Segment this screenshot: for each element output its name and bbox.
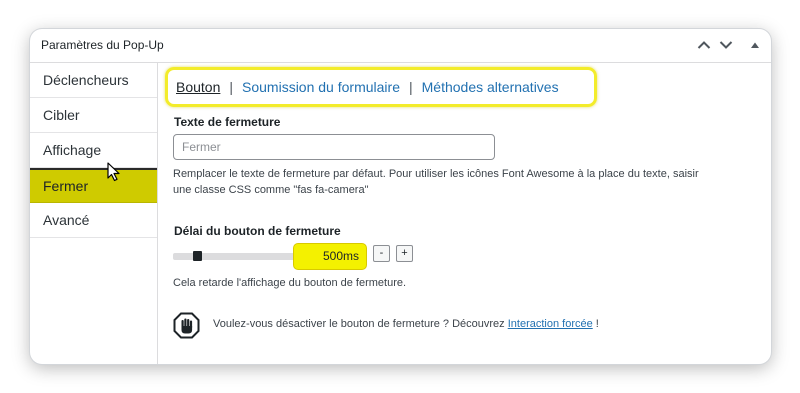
delay-description: Cela retarde l'affichage du bouton de fe…	[173, 277, 407, 289]
tab-soumission-formulaire[interactable]: Soumission du formulaire	[242, 79, 400, 95]
close-text-description-line1: Remplacer le texte de fermeture par défa…	[173, 168, 699, 180]
close-text-input[interactable]	[173, 134, 495, 160]
interaction-forcee-link[interactable]: Interaction forcée	[508, 318, 593, 330]
chevron-down-icon[interactable]	[716, 35, 736, 55]
triangle-up-icon[interactable]	[745, 35, 765, 55]
delay-label: Délai du bouton de fermeture	[174, 224, 341, 238]
tab-methodes-alternatives[interactable]: Méthodes alternatives	[422, 79, 559, 95]
delay-slider-thumb[interactable]	[193, 251, 202, 261]
panel-header: Paramètres du Pop-Up	[30, 29, 771, 63]
delay-decrement-button[interactable]: -	[373, 245, 390, 262]
sidebar-item-cibler[interactable]: Cibler	[30, 98, 157, 133]
sidebar-item-declencheurs[interactable]: Déclencheurs	[30, 63, 157, 98]
chevron-up-icon[interactable]	[694, 35, 714, 55]
sidebar-item-fermer[interactable]: Fermer	[30, 168, 157, 203]
notice-message: Voulez-vous désactiver le bouton de ferm…	[213, 318, 508, 330]
notice-suffix: !	[592, 318, 599, 330]
sidebar-item-affichage[interactable]: Affichage	[30, 133, 157, 168]
sidebar-item-avance[interactable]: Avancé	[30, 203, 157, 238]
panel-title: Paramètres du Pop-Up	[41, 38, 164, 52]
stop-hand-icon	[173, 312, 200, 339]
tab-separator: |	[229, 79, 234, 95]
notice-text: Voulez-vous désactiver le bouton de ferm…	[213, 318, 599, 330]
delay-slider-track[interactable]	[173, 253, 297, 260]
close-text-label: Texte de fermeture	[174, 115, 281, 129]
sidebar: Déclencheurs Cibler Affichage Fermer Ava…	[30, 63, 158, 364]
tab-separator: |	[408, 79, 413, 95]
close-text-description-line2: une classe CSS comme "fas fa-camera"	[173, 184, 369, 196]
tab-bouton[interactable]: Bouton	[176, 79, 220, 95]
delay-increment-button[interactable]: +	[396, 245, 413, 262]
tabs-bar: Bouton | Soumission du formulaire | Méthodes…	[176, 79, 559, 95]
mouse-pointer-icon	[107, 162, 120, 182]
delay-value-display: 500ms	[293, 243, 367, 270]
